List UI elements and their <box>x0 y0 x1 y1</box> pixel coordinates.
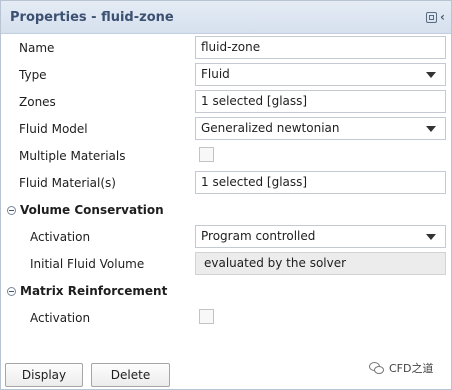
panel-title-tools: ‹ <box>426 10 445 24</box>
multiple-materials-checkbox[interactable] <box>199 147 214 162</box>
name-value: fluid-zone <box>201 40 261 54</box>
chevron-left-icon[interactable]: ‹ <box>440 11 445 23</box>
zones-label: Zones <box>19 95 56 109</box>
initial-fluid-volume-value: evaluated by the solver <box>204 256 347 270</box>
fluid-materials-value: 1 selected [glass] <box>201 175 308 189</box>
zones-field[interactable]: 1 selected [glass] <box>195 90 446 113</box>
watermark: CFD之道 <box>369 360 433 376</box>
delete-button[interactable]: Delete <box>91 363 170 387</box>
fluid-model-value: Generalized newtonian <box>201 121 340 135</box>
display-button[interactable]: Display <box>5 363 83 387</box>
name-field[interactable]: fluid-zone <box>195 36 446 59</box>
chevron-down-icon <box>426 126 436 132</box>
panel-titlebar: Properties - fluid-zone ‹ <box>1 1 451 34</box>
volume-conservation-title: Volume Conservation <box>20 203 164 217</box>
collapse-icon[interactable] <box>7 286 16 296</box>
wechat-icon <box>369 362 384 374</box>
vc-activation-value: Program controlled <box>201 229 316 243</box>
matrix-reinforcement-title: Matrix Reinforcement <box>20 284 168 298</box>
name-label: Name <box>19 41 55 55</box>
fluid-model-dropdown[interactable]: Generalized newtonian <box>195 117 446 140</box>
vc-activation-label: Activation <box>30 230 91 244</box>
chevron-down-icon <box>426 234 436 240</box>
pin-icon[interactable] <box>426 11 438 23</box>
collapse-icon[interactable] <box>7 205 16 215</box>
type-dropdown[interactable]: Fluid <box>195 63 446 86</box>
volume-conservation-header[interactable]: Volume Conservation <box>7 203 164 217</box>
type-label: Type <box>19 68 47 82</box>
panel-title: Properties - fluid-zone <box>10 10 174 25</box>
fluid-materials-label: Fluid Material(s) <box>19 176 116 190</box>
fluid-materials-field[interactable]: 1 selected [glass] <box>195 171 446 194</box>
initial-fluid-volume-label: Initial Fluid Volume <box>30 257 145 271</box>
fluid-model-label: Fluid Model <box>19 122 88 136</box>
mr-activation-label: Activation <box>30 311 91 325</box>
zones-value: 1 selected [glass] <box>201 94 308 108</box>
chevron-down-icon <box>426 72 436 78</box>
initial-fluid-volume-field: evaluated by the solver <box>195 252 446 275</box>
multiple-materials-label: Multiple Materials <box>19 149 126 163</box>
properties-panel: Properties - fluid-zone ‹ Name fluid-zon… <box>0 0 452 390</box>
watermark-text: CFD之道 <box>389 362 434 375</box>
vc-activation-dropdown[interactable]: Program controlled <box>195 225 446 248</box>
mr-activation-checkbox[interactable] <box>199 309 214 324</box>
type-value: Fluid <box>201 67 230 81</box>
matrix-reinforcement-header[interactable]: Matrix Reinforcement <box>7 284 167 298</box>
